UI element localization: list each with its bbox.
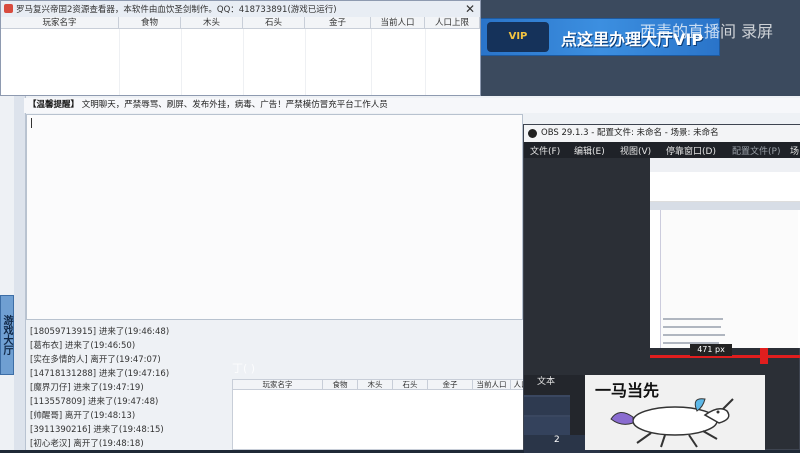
obs-logo-icon	[528, 129, 537, 138]
column-header-player[interactable]: 玩家名字	[1, 17, 119, 29]
column-header-pop-limit[interactable]: 人口上限	[425, 17, 480, 29]
game-lobby-tab[interactable]: 游戏大厅	[0, 295, 14, 375]
log-line: [初心老汉] 离开了(19:48:18)	[30, 439, 144, 449]
notice-bar: 【温馨提醒】 文明聊天，严禁辱骂、刷屏、发布外挂，病毒、广告！严禁模仿冒充平台工…	[24, 98, 800, 113]
notice-label: 【温馨提醒】	[28, 100, 80, 110]
unicorn-sticker: 一马当先	[585, 375, 765, 450]
notice-text: 文明聊天，严禁辱骂、刷屏、发布外挂，病毒、广告！严禁模仿冒充平台工作人员	[81, 100, 388, 110]
menu-edit[interactable]: 编辑(E)	[574, 144, 605, 157]
menu-scene-collection[interactable]: 场	[790, 144, 799, 157]
close-icon[interactable]: ✕	[461, 1, 479, 17]
preview-grid	[650, 172, 800, 202]
column-header-gold[interactable]: 金子	[305, 17, 371, 29]
dialog-titlebar[interactable]: 罗马复兴帝国2资源查看器，本软件由血饮圣剑制作。QQ：418733891(游戏已…	[1, 1, 480, 17]
log-line: [魔界刀仔] 进来了(19:47:19)	[30, 383, 144, 393]
log-line: [113557809] 进来了(19:47:48)	[30, 397, 159, 407]
log-line: [实在多情的人] 离开了(19:47:07)	[30, 355, 161, 365]
column-header: 玩家名字	[233, 380, 323, 390]
log-line: [帅醒哥] 离开了(19:48:13)	[30, 411, 136, 421]
resource-table-body	[1, 29, 480, 95]
menu-file[interactable]: 文件(F)	[530, 144, 560, 157]
vip-badge: VIP	[487, 22, 549, 52]
side-strip	[14, 96, 26, 450]
menu-view[interactable]: 视图(V)	[620, 144, 651, 157]
dialog-title: 罗马复兴帝国2资源查看器，本软件由血饮圣剑制作。QQ：418733891(游戏已…	[16, 5, 337, 15]
column-header: 食物	[323, 380, 358, 390]
overlay-ghost-text: 丁( )	[232, 362, 256, 375]
column-header-food[interactable]: 食物	[119, 17, 181, 29]
sources-dock: 2	[524, 395, 600, 453]
log-line: [1471813128​8] 进来了(19:47:16)	[30, 369, 170, 379]
preview-dialog-header	[650, 158, 800, 172]
log-line: [391139021​6] 进来了(19:48:15)	[30, 425, 164, 435]
column-header: 石头	[393, 380, 428, 390]
column-header-stone[interactable]: 石头	[243, 17, 305, 29]
stream-watermark: 西毒的直播间 录屏	[640, 22, 774, 41]
chat-input-area[interactable]	[26, 114, 523, 320]
preview-banner	[650, 202, 800, 210]
column-header: 金子	[428, 380, 473, 390]
obs-title: OBS 29.1.3 - 配置文件: 未命名 - 场景: 未命名	[541, 128, 719, 138]
column-header: 当前人口	[473, 380, 511, 390]
text-caret	[31, 118, 32, 128]
resource-viewer-dialog: 罗马复兴帝国2资源查看器，本软件由血饮圣剑制作。QQ：418733891(游戏已…	[0, 0, 481, 96]
resource-grid-mirror: 玩家名字 食物 木头 石头 金子 当前人口 人口上限	[232, 379, 548, 450]
text-source-label: 文本	[537, 377, 556, 387]
obs-preview-canvas[interactable]: 471 px	[650, 158, 800, 364]
preview-chat	[660, 210, 798, 348]
source-resize-handle[interactable]	[760, 348, 768, 364]
obs-titlebar[interactable]: OBS 29.1.3 - 配置文件: 未命名 - 场景: 未命名	[524, 125, 800, 142]
menu-docks[interactable]: 停靠窗口(D)	[666, 144, 716, 157]
app-icon	[4, 4, 13, 13]
log-line: [葛布衣] 进来了(19:46:50)	[30, 341, 136, 351]
distance-readout: 471 px	[690, 344, 732, 356]
column-header-population[interactable]: 当前人口	[371, 17, 425, 29]
obs-menubar: 文件(F) 编辑(E) 视图(V) 停靠窗口(D) 配置文件(P) 场	[524, 142, 800, 158]
column-header: 木头	[358, 380, 393, 390]
column-header-wood[interactable]: 木头	[181, 17, 243, 29]
menu-profile[interactable]: 配置文件(P)	[732, 144, 780, 157]
unicorn-icon	[610, 398, 734, 448]
log-line: [1805971391​5] 进来了(19:46:48)	[30, 327, 170, 337]
